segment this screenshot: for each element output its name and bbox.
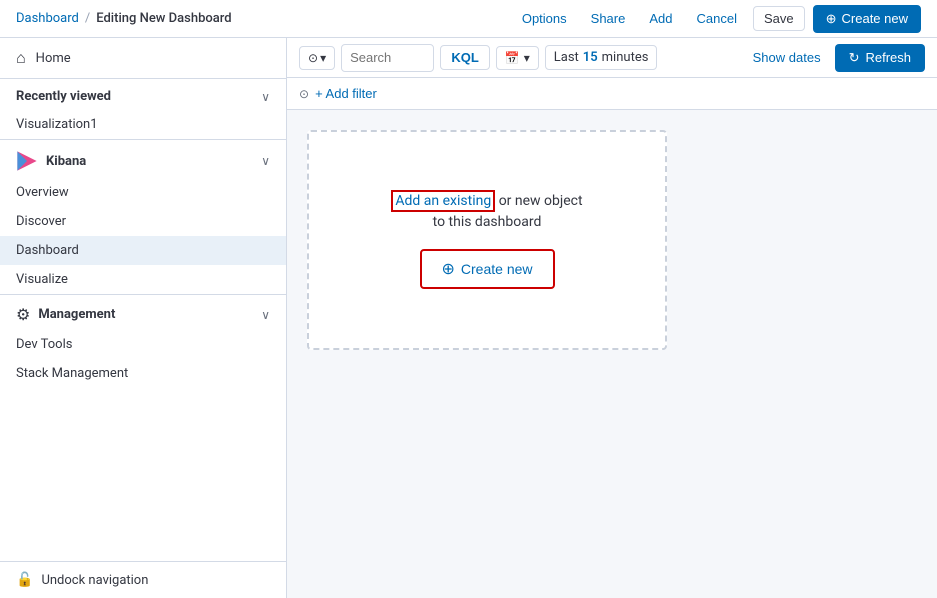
recently-viewed-section[interactable]: Recently viewed ∨ [0,79,286,110]
sidebar-home[interactable]: ⌂ Home [0,38,286,79]
main-layout: ⌂ Home Recently viewed ∨ Visualization1 … [0,38,937,598]
create-new-header-button[interactable]: ⊕ Create new [813,5,921,33]
recently-viewed-chevron: ∨ [261,90,270,104]
plus-circle-icon: ⊕ [826,11,837,27]
cancel-button[interactable]: Cancel [689,7,745,30]
breadcrumb-current-page: Editing New Dashboard [96,11,231,26]
toolbar: ⊙ ▾ KQL 📅 ▾ Last 15 minutes Show dates ↻… [287,38,937,78]
dashboard-canvas: Add an existing or new object to this da… [287,110,937,598]
to-dashboard-text: to this dashboard [433,214,542,230]
content-area: ⊙ ▾ KQL 📅 ▾ Last 15 minutes Show dates ↻… [287,38,937,598]
sidebar-item-dashboard[interactable]: Dashboard [0,236,286,265]
filter-context-icon: ⊙ [299,87,309,101]
kibana-logo-area: Kibana [16,150,86,172]
sidebar-item-overview[interactable]: Overview [0,178,286,207]
time-number: 15 [583,50,598,65]
top-header: Dashboard / Editing New Dashboard Option… [0,0,937,38]
add-existing-link[interactable]: Add an existing [391,190,495,212]
undock-nav-label: Undock navigation [41,573,148,588]
options-button[interactable]: Options [514,7,575,30]
sidebar-item-visualize[interactable]: Visualize [0,265,286,294]
sidebar-home-label: Home [36,51,71,66]
add-filter-button[interactable]: + Add filter [315,86,377,101]
kibana-label: Kibana [46,154,86,169]
calendar-dropdown-icon: ▾ [524,51,530,65]
kql-button[interactable]: KQL [440,45,489,70]
management-section[interactable]: ⚙ Management ∨ [0,294,286,330]
recently-viewed-label: Recently viewed [16,89,111,104]
breadcrumb-separator: / [85,11,90,26]
refresh-button[interactable]: ↻ Refresh [835,44,925,72]
panel-message: Add an existing or new object to this da… [391,191,582,233]
filter-icon-button[interactable]: ⊙ ▾ [299,46,335,70]
calendar-icon: 📅 [505,51,520,65]
gear-icon: ⚙ [16,305,30,324]
search-input[interactable] [350,50,425,65]
filter-icon: ⊙ [308,51,318,65]
share-button[interactable]: Share [583,7,634,30]
search-input-wrapper [341,44,434,72]
management-chevron: ∨ [261,308,270,322]
breadcrumb-dashboard-link[interactable]: Dashboard [16,11,79,26]
add-button[interactable]: Add [641,7,680,30]
sidebar-item-visualization1[interactable]: Visualization1 [0,110,286,139]
filter-row: ⊙ + Add filter [287,78,937,110]
kibana-chevron: ∨ [261,154,270,168]
home-icon: ⌂ [16,48,26,68]
kibana-logo-icon [16,150,38,172]
management-label-area: ⚙ Management [16,305,115,324]
or-new-object-text: or new object [499,193,583,209]
time-range-picker[interactable]: Last 15 minutes [545,45,658,70]
save-button[interactable]: Save [753,6,805,31]
sidebar: ⌂ Home Recently viewed ∨ Visualization1 … [0,38,287,598]
lock-icon: 🔓 [16,572,33,588]
kibana-section[interactable]: Kibana ∨ [0,139,286,178]
empty-dashboard-panel: Add an existing or new object to this da… [307,130,667,350]
top-actions: Options Share Add Cancel Save ⊕ Create n… [514,5,921,33]
sidebar-item-discover[interactable]: Discover [0,207,286,236]
time-post: minutes [602,50,649,65]
time-pre: Last [554,50,579,65]
sidebar-item-devtools[interactable]: Dev Tools [0,330,286,359]
show-dates-button[interactable]: Show dates [745,46,829,69]
filter-dropdown-icon: ▾ [320,51,326,65]
plus-icon: ⊕ [442,259,455,279]
create-new-panel-button[interactable]: ⊕ Create new [420,249,555,289]
management-label: Management [38,307,115,322]
calendar-button[interactable]: 📅 ▾ [496,46,539,70]
refresh-icon: ↻ [849,50,860,66]
breadcrumb: Dashboard / Editing New Dashboard [16,11,232,26]
undock-navigation[interactable]: 🔓 Undock navigation [0,561,286,598]
sidebar-item-stack-management[interactable]: Stack Management [0,359,286,388]
